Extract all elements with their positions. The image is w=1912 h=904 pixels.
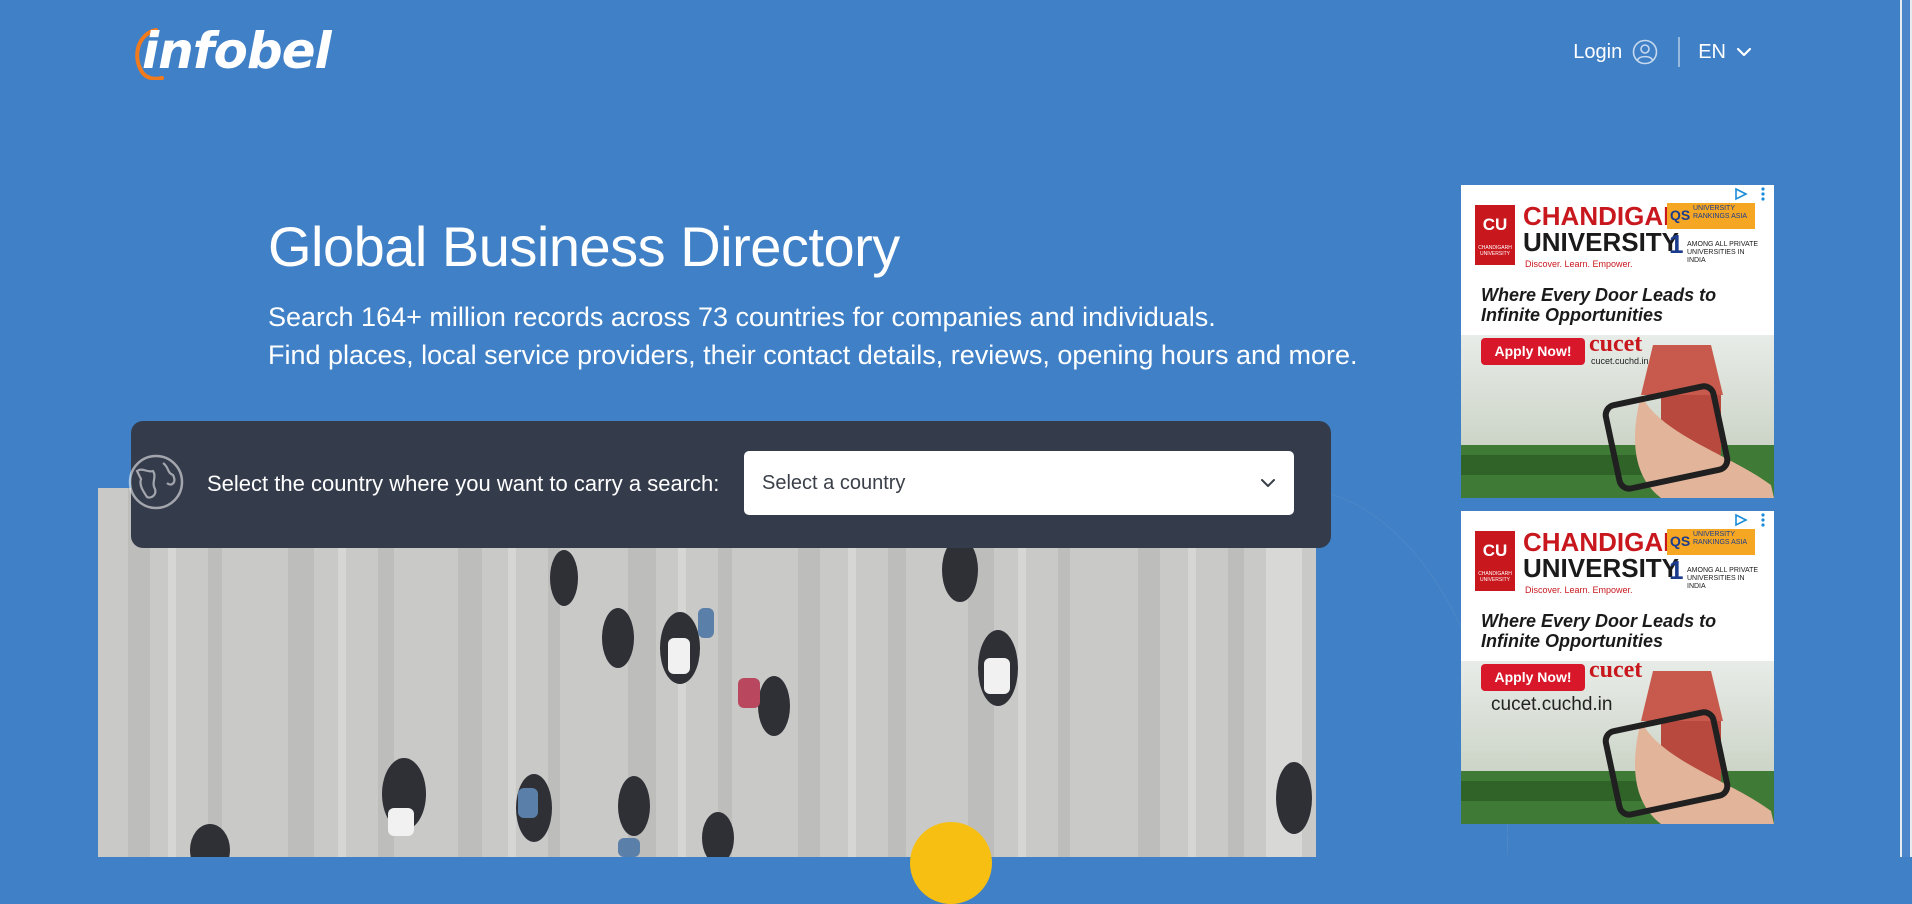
language-selector[interactable]: EN (1698, 41, 1752, 64)
page-title: Global Business Directory (268, 215, 900, 278)
ad-url: cucet.cuchd.in (1491, 694, 1613, 715)
chevron-down-icon (1261, 479, 1275, 487)
ad-rank-text: AMONG ALL PRIVATE UNIVERSITIES IN INDIA (1687, 241, 1759, 264)
ad-cu-logo: CU CHANDIGARH UNIVERSITY (1475, 205, 1515, 265)
ad-motto: Discover. Learn. Empower. (1525, 585, 1633, 595)
ad-cu-logo-text: CU (1482, 215, 1508, 234)
hero-subtitle-line1: Search 164+ million records across 73 co… (268, 302, 1216, 332)
ad-cucet-logo: cucet (1589, 657, 1643, 683)
ad-options-icon[interactable] (1760, 187, 1766, 201)
ad-rank-number: 1 (1669, 555, 1684, 585)
infobel-logo[interactable]: infobel (130, 22, 332, 84)
scroll-down-button[interactable] (910, 822, 992, 904)
logo-text: infobel (142, 22, 332, 80)
ad-qs-label: QS (1670, 207, 1691, 223)
country-search-label: Select the country where you want to car… (207, 471, 720, 496)
ad-qs-label: QS (1670, 533, 1691, 549)
ad-apply-button[interactable]: Apply Now! (1481, 338, 1585, 365)
ad-cu-logo-sub: CHANDIGARH UNIVERSITY (1478, 245, 1512, 257)
ad-qs-text: UNIVERSITY RANKINGS ASIA (1693, 205, 1748, 220)
hero-subtitle: Search 164+ million records across 73 co… (268, 298, 1358, 374)
adchoices-icon[interactable] (1732, 187, 1750, 201)
header-divider (1678, 37, 1681, 67)
ad-cu-logo-text: CU (1482, 541, 1508, 560)
ad-headline: Where Every Door Leads to Infinite Oppor… (1481, 611, 1717, 651)
ad-qs-text: UNIVERSITY RANKINGS ASIA (1693, 531, 1748, 546)
ad-headline: Where Every Door Leads to Infinite Oppor… (1481, 285, 1717, 325)
login-button[interactable]: Login (1573, 39, 1658, 65)
ad-options-icon[interactable] (1760, 513, 1766, 527)
ad-rank-number: 1 (1669, 229, 1684, 259)
ad-qs-ranking: QS UNIVERSITY RANKINGS ASIA 1 AMONG ALL … (1667, 203, 1759, 264)
adchoices-icon[interactable] (1732, 513, 1750, 527)
advertisement[interactable]: CU CHANDIGARH UNIVERSITY CHANDIGARH UNIV… (1461, 511, 1774, 824)
country-select-value: Select a country (762, 471, 906, 494)
hero-subtitle-line2: Find places, local service providers, th… (268, 340, 1358, 370)
language-label: EN (1698, 40, 1726, 63)
scrollbar-thumb[interactable] (1902, 0, 1910, 857)
chevron-down-icon (1736, 47, 1752, 57)
ad-cu-logo-sub: CHANDIGARH UNIVERSITY (1478, 571, 1512, 583)
login-label: Login (1573, 40, 1623, 63)
ad-apply-button[interactable]: Apply Now! (1481, 664, 1585, 691)
ad-url: cucet.cuchd.in (1591, 356, 1649, 366)
ad-qs-ranking: QS UNIVERSITY RANKINGS ASIA 1 AMONG ALL … (1667, 529, 1759, 590)
ad-rank-text: AMONG ALL PRIVATE UNIVERSITIES IN INDIA (1687, 567, 1759, 590)
ad-cu-logo: CU CHANDIGARH UNIVERSITY (1475, 531, 1515, 591)
country-select[interactable]: Select a country (744, 451, 1294, 515)
country-search-panel: Select the country where you want to car… (128, 421, 1331, 548)
ad-motto: Discover. Learn. Empower. (1525, 259, 1633, 269)
header-actions: Login EN (1573, 36, 1752, 68)
globe-icon (128, 454, 184, 510)
advertisement[interactable]: CU CHANDIGARH UNIVERSITY CHANDIGARH UNIV… (1461, 185, 1774, 498)
page-scrollbar[interactable] (1900, 0, 1912, 857)
ad-cucet-logo: cucet (1589, 331, 1643, 357)
user-icon (1632, 39, 1658, 65)
